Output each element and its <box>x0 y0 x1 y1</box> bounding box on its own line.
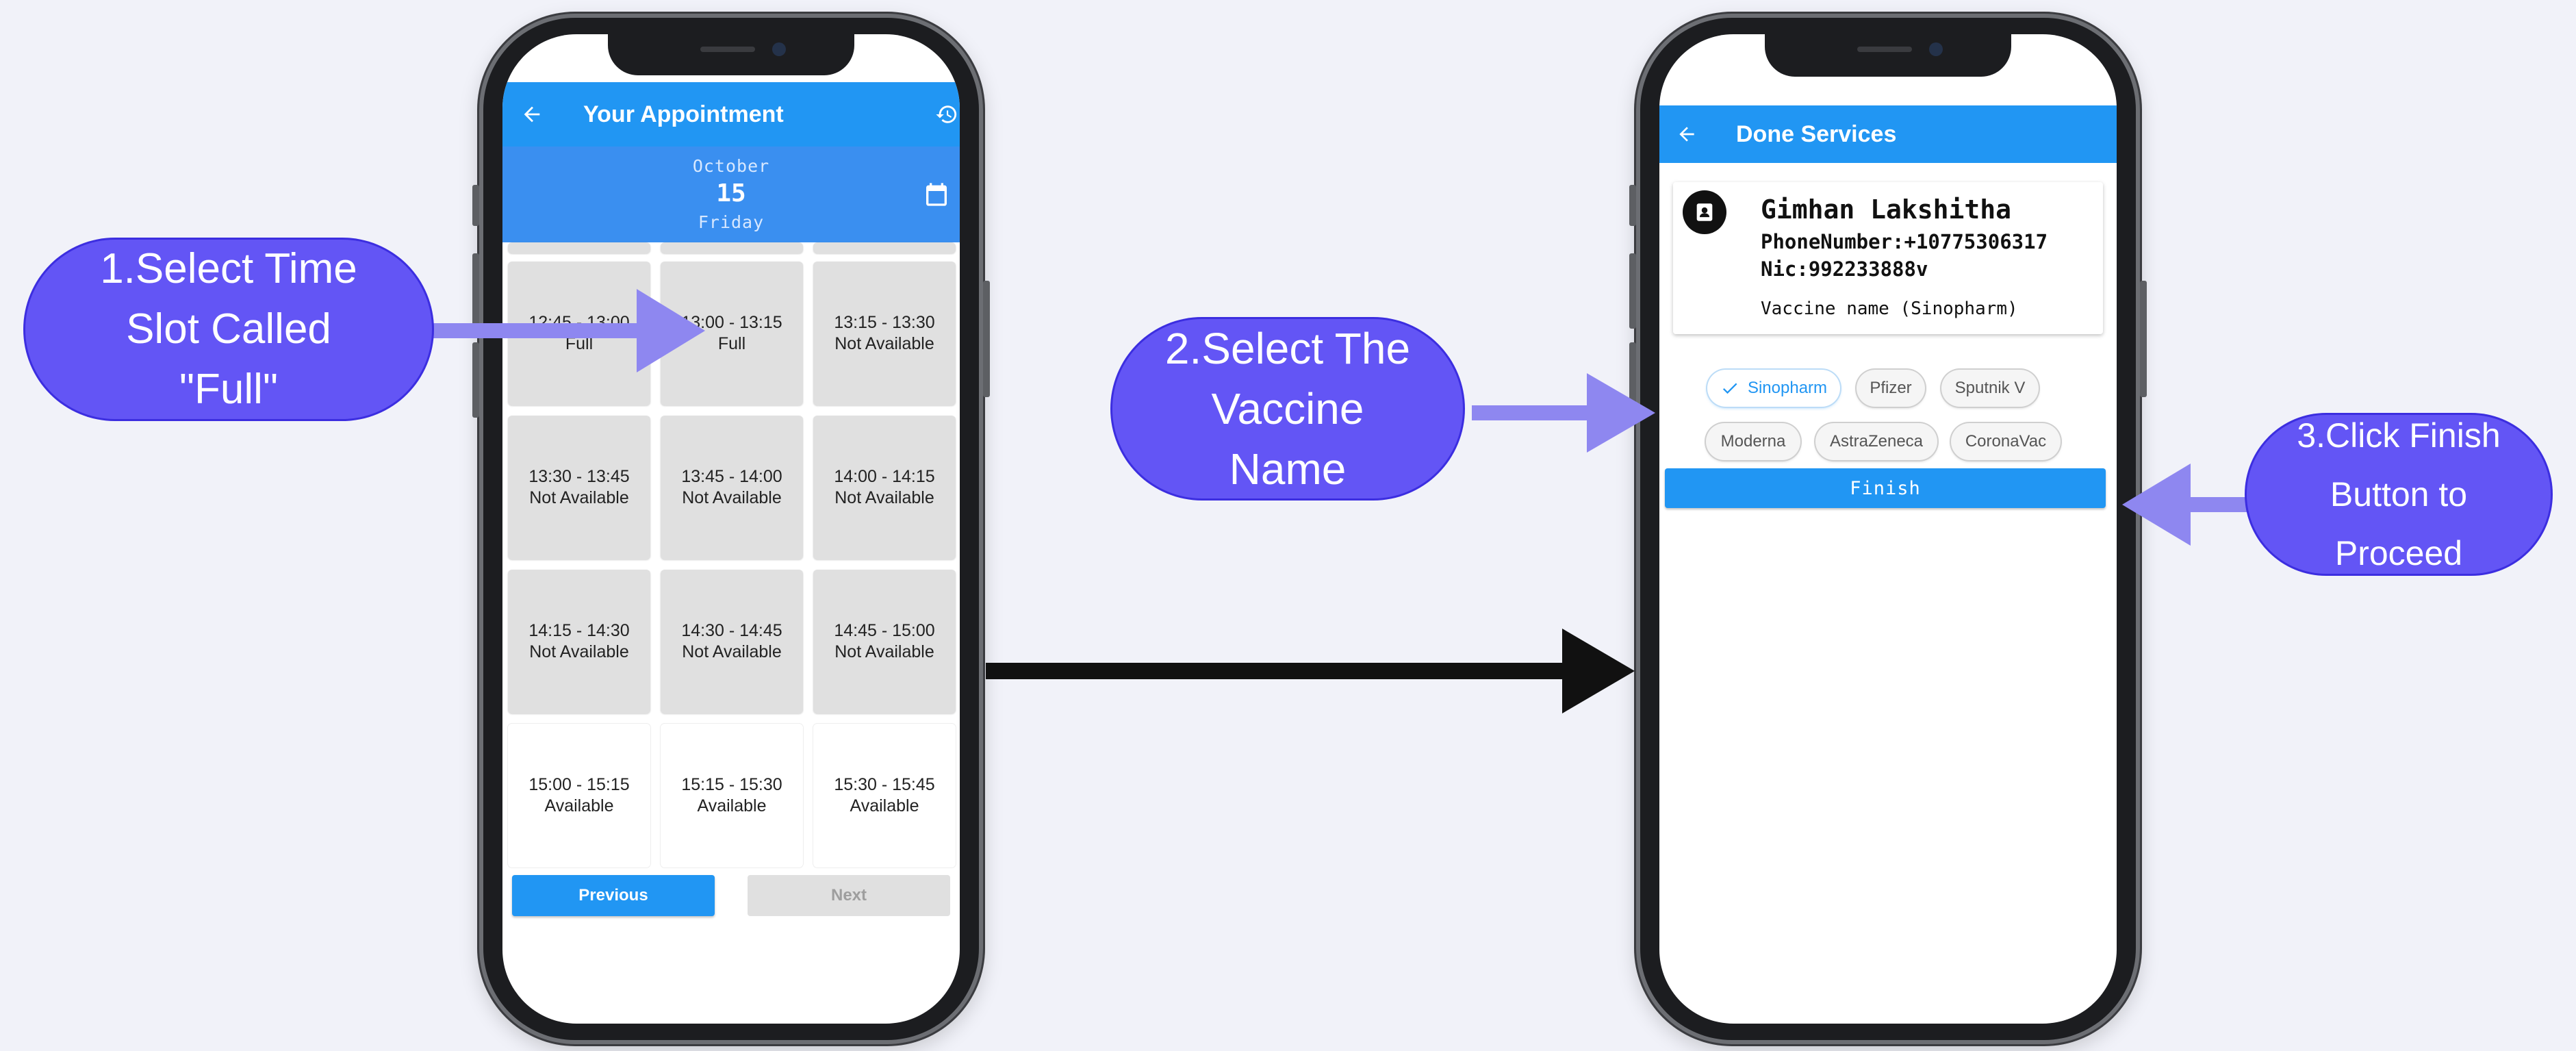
chip-pfizer[interactable]: Pfizer <box>1857 370 1925 407</box>
chip-label: Sputnik V <box>1954 379 2026 397</box>
slot-time: 15:30 - 15:45 <box>834 775 935 794</box>
chip-astrazeneca[interactable]: AstraZeneca <box>1815 423 1937 460</box>
date-weekday: Friday <box>698 212 765 232</box>
time-slot[interactable]: 14:00 - 14:15 Not Available <box>813 416 956 559</box>
phone-volume-down <box>1629 342 1636 418</box>
chip-moderna[interactable]: Moderna <box>1706 423 1800 460</box>
date-day: 15 <box>716 179 746 207</box>
slot-status: Not Available <box>834 488 934 507</box>
arrow-step3 <box>2122 464 2247 546</box>
slot-status: Not Available <box>529 488 629 507</box>
history-icon[interactable] <box>935 82 958 147</box>
chip-label: Pfizer <box>1870 379 1912 397</box>
slot-partial <box>813 242 956 253</box>
time-slot[interactable]: 14:45 - 15:00 Not Available <box>813 570 956 713</box>
callout-step2: 2.Select The Vaccine Name <box>1112 319 1463 498</box>
vaccine-name: Vaccine name (Sinopharm) <box>1761 299 2018 319</box>
slot-partial <box>661 242 803 253</box>
slot-grid: 12:45 - 13:00 Full 13:00 - 13:15 Full 13:1… <box>508 262 956 868</box>
slot-status: Not Available <box>682 642 782 661</box>
time-slot[interactable]: 14:15 - 14:30 Not Available <box>508 570 650 713</box>
phone-power-button <box>983 281 990 397</box>
callout-step3-text: 3.Click Finish Button to Proceed <box>2297 416 2501 572</box>
callout-step1-text: 1.Select Time Slot Called "Full" <box>100 245 357 413</box>
slot-time: 12:45 - 13:00 <box>528 313 630 332</box>
slot-time: 13:00 - 13:15 <box>681 313 782 332</box>
phone-side-button <box>472 185 479 226</box>
phone-power-button <box>2140 281 2147 397</box>
arrow-left-icon[interactable] <box>1676 105 1698 163</box>
date-header: October 15 Friday <box>502 147 960 242</box>
time-slot-available[interactable]: 15:00 - 15:15 Available <box>508 724 650 868</box>
slot-time: 14:15 - 14:30 <box>528 621 630 640</box>
next-button[interactable]: Next <box>748 875 950 916</box>
chip-label: Sinopharm <box>1747 379 1828 397</box>
arrow-left-icon[interactable] <box>520 82 544 147</box>
callout-step1: 1.Select Time Slot Called "Full" <box>25 240 432 419</box>
slot-time: 15:00 - 15:15 <box>528 775 630 794</box>
time-slot[interactable]: 13:45 - 14:00 Not Available <box>661 416 803 559</box>
chip-label: AstraZeneca <box>1829 432 1924 451</box>
arrow-next-screen <box>986 629 1635 713</box>
chip-coronavac[interactable]: CoronaVac <box>1951 423 2061 460</box>
slot-status: Full <box>717 334 746 353</box>
slot-time: 13:30 - 13:45 <box>528 467 630 486</box>
slot-status: Not Available <box>834 642 934 661</box>
slot-time: 15:15 - 15:30 <box>681 775 782 794</box>
phone-side-button <box>1629 185 1636 226</box>
slot-status: Available <box>697 796 767 815</box>
time-slot[interactable]: 13:15 - 13:30 Not Available <box>813 262 956 405</box>
slot-time: 14:00 - 14:15 <box>834 467 935 486</box>
phone-notch <box>1765 34 2011 77</box>
chip-label: CoronaVac <box>1965 432 2047 451</box>
callout-step3: 3.Click Finish Button to Proceed <box>2247 415 2551 574</box>
patient-card: Gimhan Lakshitha PhoneNumber:+1077530631… <box>1673 182 2103 334</box>
page-title: Done Services <box>1736 121 1897 147</box>
appointment-screen: Your Appointment October 15 Friday 12:45… <box>502 34 960 1024</box>
time-slot[interactable]: 14:30 - 14:45 Not Available <box>661 570 803 713</box>
slot-time: 14:45 - 15:00 <box>834 621 935 640</box>
slot-status: Not Available <box>529 642 629 661</box>
slot-time: 14:30 - 14:45 <box>681 621 782 640</box>
arrow-step2 <box>1472 373 1655 453</box>
slot-partial <box>508 242 650 253</box>
appointment-appbar: Your Appointment <box>502 82 960 147</box>
calendar-icon[interactable] <box>923 181 950 211</box>
chip-sputnik-v[interactable]: Sputnik V <box>1941 370 2039 407</box>
patient-phone: PhoneNumber:+10775306317 <box>1761 230 2048 253</box>
previous-button[interactable]: Previous <box>512 875 715 916</box>
patient-nic: Nic:992233888v <box>1761 257 1928 281</box>
date-month: October <box>692 156 770 176</box>
finish-button[interactable]: Finish <box>1665 468 2106 508</box>
time-slot[interactable]: 12:45 - 13:00 Full <box>508 262 650 405</box>
slot-status: Available <box>544 796 614 815</box>
page-title: Your Appointment <box>583 101 784 127</box>
slot-status: Not Available <box>834 334 934 353</box>
time-slot-full[interactable]: 13:00 - 13:15 Full <box>661 262 803 405</box>
slot-status: Full <box>565 334 594 353</box>
slot-time: 13:45 - 14:00 <box>681 467 782 486</box>
done-services-appbar: Done Services <box>1659 105 2117 163</box>
chip-label: Moderna <box>1720 432 1786 451</box>
slot-status: Not Available <box>682 488 782 507</box>
phone-notch <box>608 34 854 75</box>
phone-volume-up <box>472 253 479 329</box>
callout-step2-text: 2.Select The Vaccine Name <box>1164 324 1411 494</box>
phone-frame-done-services: Done Services Gimhan Lakshitha PhoneNumb… <box>1629 14 2147 1044</box>
slot-status: Available <box>850 796 919 815</box>
phone-frame-appointment: Your Appointment October 15 Friday 12:45… <box>472 14 990 1044</box>
time-slot-available[interactable]: 15:30 - 15:45 Available <box>813 724 956 868</box>
slot-grid-partial <box>508 242 956 253</box>
check-icon <box>1722 383 1737 394</box>
time-slot-available[interactable]: 15:15 - 15:30 Available <box>661 724 803 868</box>
patient-name: Gimhan Lakshitha <box>1761 194 2012 225</box>
time-slot[interactable]: 13:30 - 13:45 Not Available <box>508 416 650 559</box>
phone-volume-up <box>1629 253 1636 329</box>
done-services-screen: Done Services Gimhan Lakshitha PhoneNumb… <box>1659 34 2117 1024</box>
phone-volume-down <box>472 342 479 418</box>
flow-arrows <box>431 289 2247 713</box>
contact-icon <box>1683 190 1726 234</box>
slot-time: 13:15 - 13:30 <box>834 313 935 332</box>
chip-sinopharm[interactable]: Sinopharm <box>1707 370 1840 407</box>
